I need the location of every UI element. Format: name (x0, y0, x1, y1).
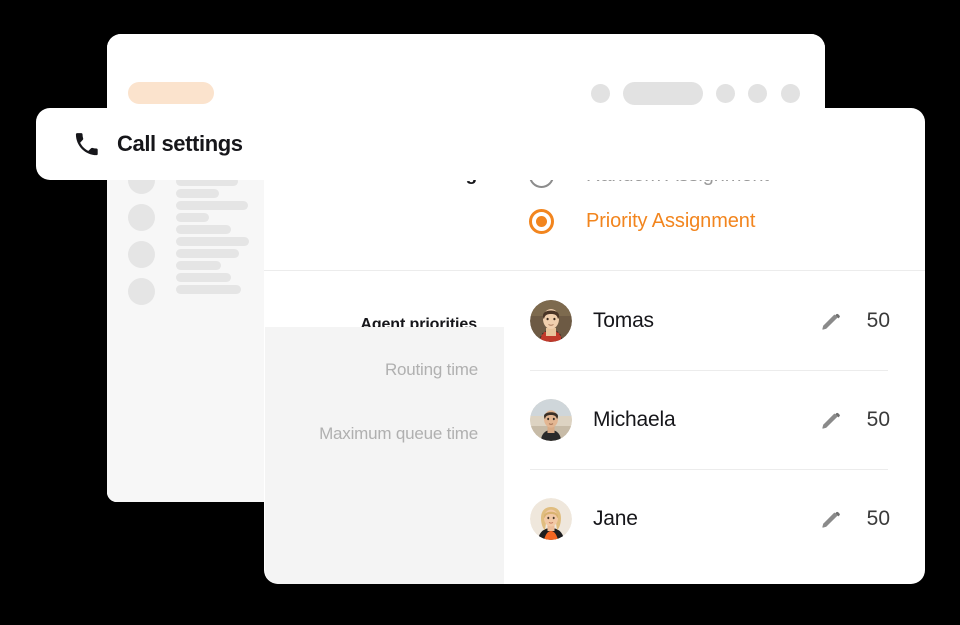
agent-row: Michaela 50 (530, 370, 890, 469)
pencil-icon[interactable] (820, 409, 842, 431)
avatar-michaela (530, 398, 572, 441)
radio-inner-dot-icon (536, 216, 547, 227)
timing-settings-panel: Routing time Maximum queue time (265, 327, 504, 584)
browser-active-tab-placeholder[interactable] (128, 82, 214, 104)
agent-name: Michaela (593, 407, 676, 431)
skeleton-text-line (176, 237, 249, 246)
phone-icon (73, 131, 99, 157)
browser-titlebar (107, 34, 825, 105)
skeleton-sidebar (107, 141, 270, 502)
avatar-jane (530, 497, 572, 540)
pencil-icon[interactable] (820, 310, 842, 332)
call-settings-title: Call settings (117, 131, 243, 156)
toolbar-icon-placeholder-3[interactable] (748, 84, 767, 103)
skeleton-avatar-2 (128, 204, 155, 231)
pencil-icon[interactable] (820, 508, 842, 530)
radio-circle-selected-icon[interactable] (529, 209, 554, 234)
radio-option-priority-assignment[interactable]: Priority Assignment (529, 209, 755, 234)
agent-priority-value: 50 (866, 407, 890, 431)
maximum-queue-time-label: Maximum queue time (319, 424, 478, 443)
toolbar-icon-placeholder-4[interactable] (781, 84, 800, 103)
skeleton-text-line (176, 213, 209, 222)
call-settings-header-card: Call settings (36, 108, 923, 180)
skeleton-text-line (176, 225, 231, 234)
skeleton-text-line (176, 189, 219, 198)
skeleton-avatar-4 (128, 278, 155, 305)
agent-priority-value: 50 (866, 308, 890, 332)
agent-list: Tomas 50 Michaela 50 Jane 50 (530, 271, 890, 568)
radio-label-priority-assignment: Priority Assignment (586, 210, 756, 232)
skeleton-avatar-3 (128, 241, 155, 268)
screenshot-stage: Call routing Random Assignment Priority … (0, 0, 960, 625)
agent-name: Jane (593, 506, 638, 530)
avatar-tomas (530, 299, 572, 342)
toolbar-button-placeholder[interactable] (623, 82, 703, 105)
skeleton-text-line (176, 273, 231, 282)
agent-priority-value: 50 (866, 506, 890, 530)
agent-row: Tomas 50 (530, 271, 890, 370)
skeleton-text-line (176, 285, 241, 294)
skeleton-text-line (176, 249, 239, 258)
toolbar-icon-placeholder-1[interactable] (591, 84, 610, 103)
agent-priorities-section: Agent priorities Routing time Maximum qu… (264, 271, 925, 584)
agent-row: Jane 50 (530, 469, 890, 568)
agent-name: Tomas (593, 308, 654, 332)
skeleton-text-line (176, 201, 248, 210)
toolbar-icon-placeholder-2[interactable] (716, 84, 735, 103)
routing-time-label: Routing time (384, 360, 478, 379)
skeleton-text-line (176, 261, 221, 270)
